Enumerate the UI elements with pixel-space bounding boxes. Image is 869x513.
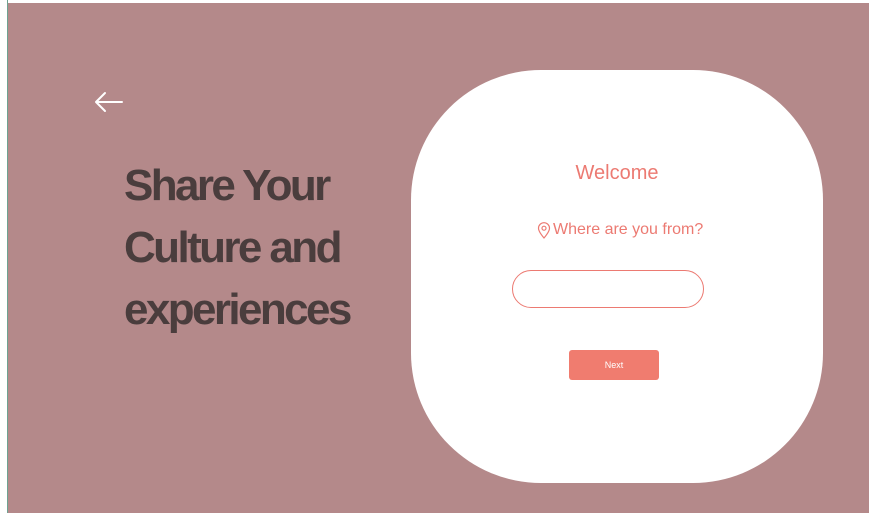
arrow-left-icon: [95, 92, 123, 112]
onboarding-screen: Share Your Culture and experiences Welco…: [8, 3, 869, 513]
welcome-title: Welcome: [575, 162, 659, 184]
welcome-card: Welcome Where are you from? Next: [411, 70, 823, 483]
origin-input[interactable]: [512, 270, 704, 308]
back-button[interactable]: [92, 87, 126, 117]
hero-headline: Share Your Culture and experiences: [124, 155, 404, 341]
location-pin-icon: [537, 221, 551, 239]
left-edge-divider: [0, 0, 8, 513]
hero-line-3: experiences: [124, 285, 352, 334]
hero-line-1: Share Your: [124, 161, 331, 210]
origin-question: Where are you from?: [537, 221, 703, 239]
hero-line-2: Culture and: [124, 223, 342, 272]
next-button[interactable]: Next: [569, 350, 659, 380]
origin-question-label: Where are you from?: [553, 221, 704, 238]
